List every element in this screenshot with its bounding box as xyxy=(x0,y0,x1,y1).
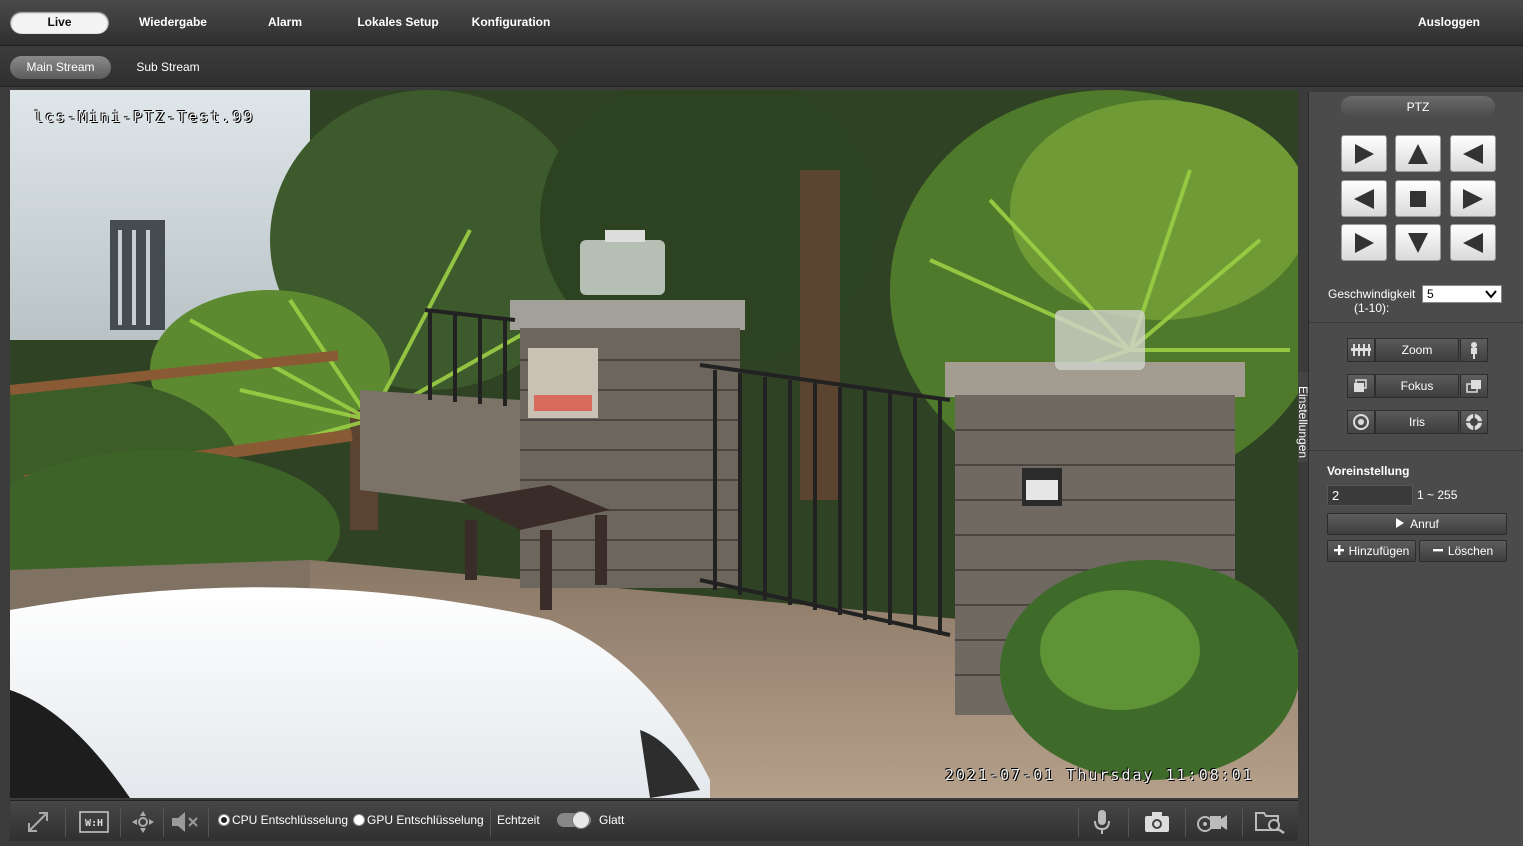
mute-icon[interactable] xyxy=(170,807,200,837)
realtime-smooth-toggle[interactable] xyxy=(557,811,591,829)
speed-label: Geschwindigkeit xyxy=(1328,287,1416,301)
zoom-label: Zoom xyxy=(1375,338,1459,362)
plus-icon xyxy=(1333,544,1344,558)
preset-call-button[interactable]: Anruf xyxy=(1327,513,1507,535)
speed-select-value: 5 xyxy=(1427,287,1434,301)
ptz-down-left-button[interactable] xyxy=(1341,224,1387,261)
play-icon xyxy=(1395,517,1405,532)
preset-delete-label: Löschen xyxy=(1447,544,1494,558)
zoom-in-icon[interactable] xyxy=(1460,338,1488,362)
video-toolbar: W:H CPU Entschlüsselung GPU Entschlüssel… xyxy=(10,800,1298,841)
focus-label: Fokus xyxy=(1375,374,1459,398)
tab-wiedergabe[interactable]: Wiedergabe xyxy=(128,11,218,34)
preset-add-button[interactable]: Hinzufügen xyxy=(1327,540,1416,562)
iris-label: Iris xyxy=(1375,410,1459,434)
ptz-left-button[interactable] xyxy=(1341,180,1387,217)
preset-label: Voreinstellung xyxy=(1327,464,1410,478)
osd-timestamp: 2021-07-01 Thursday 11:08:01 xyxy=(945,766,1254,784)
tab-live[interactable]: Live xyxy=(10,11,109,34)
ptz-title: PTZ xyxy=(1341,96,1495,118)
ptz-panel: PTZ Geschwindigkeit (1-10): 5 Zoom Fokus… xyxy=(1308,92,1523,846)
gpu-decode-label[interactable]: GPU Entschlüsselung xyxy=(367,813,484,827)
logout-button[interactable]: Ausloggen xyxy=(1408,11,1490,34)
gpu-decode-radio[interactable] xyxy=(353,814,365,826)
snapshot-camera-icon[interactable] xyxy=(1142,807,1172,837)
ptz-up-left-button[interactable] xyxy=(1341,135,1387,172)
realtime-label[interactable]: Echtzeit xyxy=(497,813,540,827)
tab-main-stream[interactable]: Main Stream xyxy=(10,56,111,79)
focus-far-icon[interactable] xyxy=(1460,374,1488,398)
svg-text:W:H: W:H xyxy=(85,818,103,829)
fullscreen-icon[interactable] xyxy=(24,807,52,837)
osd-camera-name: lcs-Mini-PTZ-Test.99 xyxy=(34,108,255,126)
ptz-up-button[interactable] xyxy=(1395,135,1441,172)
aspect-ratio-icon[interactable]: W:H xyxy=(78,807,110,837)
ptz-down-button[interactable] xyxy=(1395,224,1441,261)
ptz-control-icon[interactable] xyxy=(130,807,156,837)
record-video-icon[interactable] xyxy=(1196,807,1228,837)
speed-range-label: (1-10): xyxy=(1354,301,1390,315)
preset-delete-button[interactable]: Löschen xyxy=(1419,540,1507,562)
ptz-up-right-button[interactable] xyxy=(1450,135,1496,172)
preset-call-label: Anruf xyxy=(1410,517,1439,531)
smooth-label[interactable]: Glatt xyxy=(599,813,624,827)
preset-add-label: Hinzufügen xyxy=(1348,544,1410,558)
chevron-down-icon xyxy=(1484,287,1498,306)
tab-konfiguration[interactable]: Konfiguration xyxy=(463,11,559,34)
ptz-right-button[interactable] xyxy=(1450,180,1496,217)
speed-select[interactable]: 5 xyxy=(1422,285,1502,303)
search-folder-icon[interactable] xyxy=(1254,807,1286,837)
minus-icon xyxy=(1432,544,1443,558)
tab-alarm[interactable]: Alarm xyxy=(255,11,315,34)
live-video[interactable]: lcs-Mini-PTZ-Test.99 2021-07-01 Thursday… xyxy=(10,90,1298,798)
tab-lokales-setup[interactable]: Lokales Setup xyxy=(350,11,446,34)
focus-near-icon[interactable] xyxy=(1347,374,1375,398)
cpu-decode-label[interactable]: CPU Entschlüsselung xyxy=(232,813,348,827)
camera-scene xyxy=(10,90,1298,798)
microphone-icon[interactable] xyxy=(1088,807,1116,837)
zoom-out-icon[interactable] xyxy=(1347,338,1375,362)
iris-open-icon[interactable] xyxy=(1460,410,1488,434)
preset-input[interactable]: 2 xyxy=(1327,485,1413,506)
ptz-stop-button[interactable] xyxy=(1395,180,1441,217)
ptz-down-right-button[interactable] xyxy=(1450,224,1496,261)
iris-close-icon[interactable] xyxy=(1347,410,1375,434)
tab-sub-stream[interactable]: Sub Stream xyxy=(125,56,211,79)
stream-tabs: Main Stream Sub Stream xyxy=(0,47,1523,87)
preset-range-label: 1 ~ 255 xyxy=(1417,488,1458,502)
top-navigation: Live Wiedergabe Alarm Lokales Setup Konf… xyxy=(0,0,1523,46)
settings-side-tab[interactable]: Einstellungen xyxy=(1296,372,1310,462)
cpu-decode-radio[interactable] xyxy=(218,814,230,826)
